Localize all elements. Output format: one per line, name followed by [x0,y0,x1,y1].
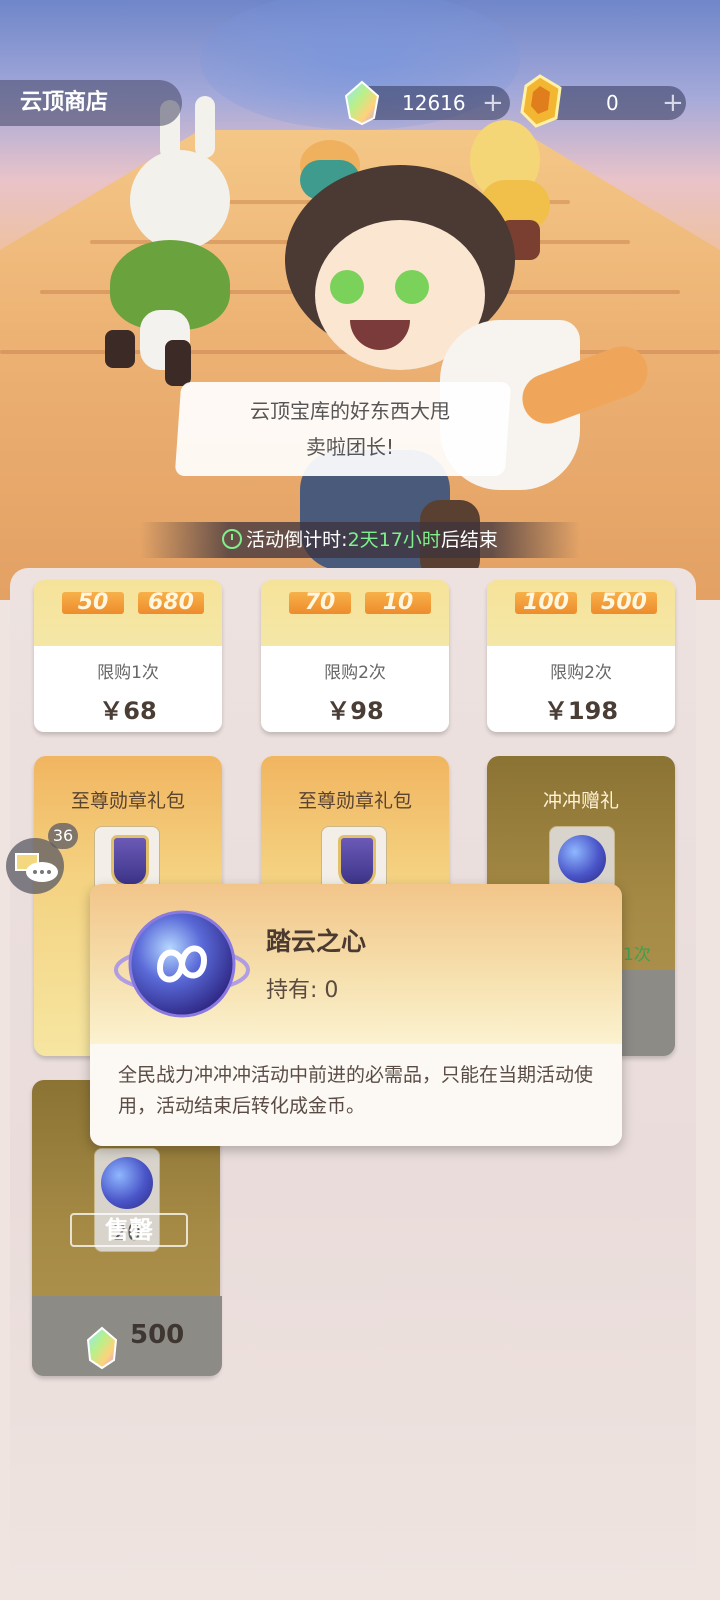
card-title: 至尊勋章礼包 [70,790,185,812]
speech-line-1: 云顶宝库的好东西大甩 [250,399,450,423]
price-button[interactable]: ￥198 [487,683,675,726]
card-tag-b: 680 [138,592,204,614]
medal-shield-icon [111,835,149,887]
purchase-limit: 限购2次 [324,663,386,683]
shop-card-68[interactable]: 50 680 限购1次 ￥68 [34,580,222,732]
card-title: 冲冲赠礼 [542,790,619,812]
hold-label: 持有: [266,978,318,1003]
gem-count: 12616 [402,91,466,115]
card-tag-a: 100 [515,592,577,614]
card-footer [32,1296,222,1376]
medal-shield-icon [338,835,376,887]
price-button[interactable]: ￥68 [34,683,222,726]
card-tag-a: 50 [62,592,124,614]
item-slot [549,826,615,892]
price-button[interactable]: ￥98 [261,683,449,726]
speech-text: 云顶宝库的好东西大甩 卖啦团长! [205,393,495,465]
hold-value: 0 [324,978,339,1003]
cloud-orb-icon [101,1157,153,1209]
card-tag-b: 10 [365,592,431,614]
item-slot [94,826,160,892]
countdown-suffix: 后结束 [440,529,498,551]
shop-card-198[interactable]: 100 500 限购2次 ￥198 [487,580,675,732]
soldout-label: 售罄 [70,1213,188,1247]
add-gem-button[interactable]: + [482,86,504,120]
card-title: 至尊勋章礼包 [297,790,412,812]
popup-item-name: 踏云之心 [266,927,367,956]
item-detail-popup[interactable]: 踏云之心 持有: 0 全民战力冲冲冲活动中前进的必需品，只能在当期活动使用，活动… [90,884,622,1146]
rainbow-gem-icon [344,80,380,126]
chat-count-badge: 36 [48,823,78,849]
purchase-limit-partial: 1次 [623,945,651,965]
gold-token-icon [520,74,562,128]
add-token-button[interactable]: + [662,86,684,120]
popup-description: 全民战力冲冲冲活动中前进的必需品，只能在当期活动使用，活动结束后转化成金币。 [118,1064,594,1117]
rainbow-gem-icon [86,1326,118,1370]
cloud-orb-icon [558,835,606,883]
purchase-limit: 限购1次 [97,663,159,683]
countdown-time: 2天17小时 [347,529,441,551]
clock-icon [222,529,243,549]
purchase-limit: 限购2次 [550,663,612,683]
cost-value: 500 [130,1320,185,1350]
speech-line-2: 卖啦团长! [305,435,395,459]
countdown-prefix: 活动倒计时: [246,529,348,551]
cloud-orb-icon [114,910,250,1018]
event-countdown: 活动倒计时:2天17小时后结束 [140,522,580,558]
card-tag-a: 70 [289,592,351,614]
item-slot [321,826,387,892]
shop-title: 云顶商店 [0,80,182,126]
shop-card-98[interactable]: 70 10 限购2次 ￥98 [261,580,449,732]
card-tag-b: 500 [591,592,657,614]
popup-hold: 持有: 0 [266,972,338,1004]
token-count: 0 [606,91,619,115]
